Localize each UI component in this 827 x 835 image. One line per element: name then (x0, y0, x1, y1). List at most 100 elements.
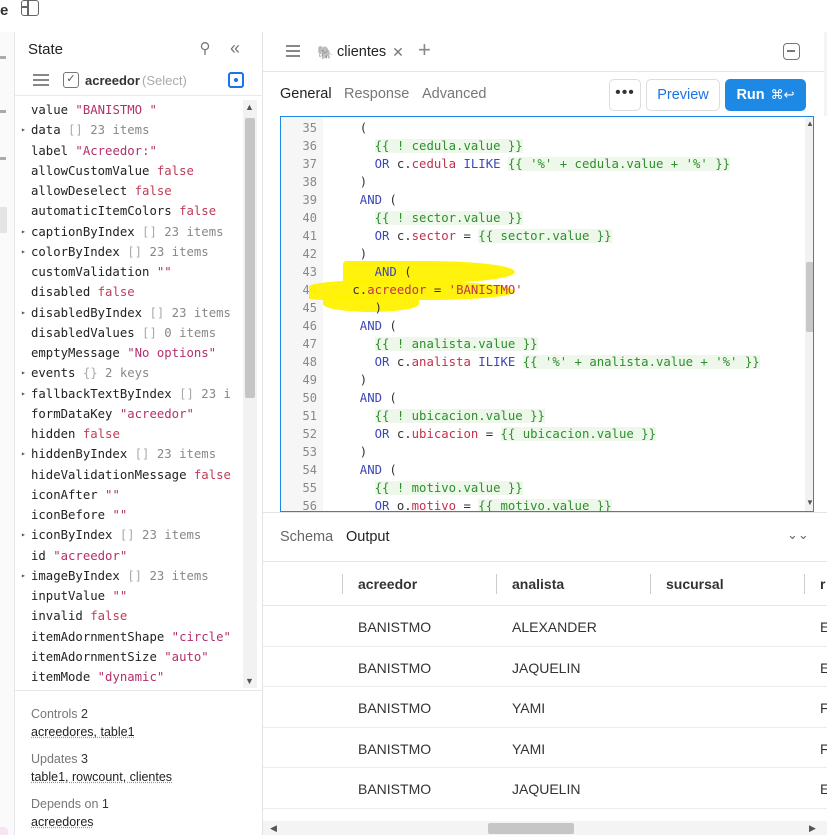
query-list-menu-icon[interactable] (286, 45, 300, 57)
add-query-icon[interactable]: + (418, 39, 431, 61)
state-property-row[interactable]: automaticItemColors false (15, 201, 216, 221)
state-property-row[interactable]: ▸ imageByIndex [] 23 items (15, 566, 209, 586)
table-row[interactable]: BANISTMO YAMI F (263, 728, 827, 768)
state-property-row[interactable]: formDataKey "acreedor" (15, 404, 194, 424)
expand-caret-icon[interactable]: ▸ (21, 242, 26, 262)
expand-caret-icon[interactable]: ▸ (21, 120, 26, 140)
expand-caret-icon[interactable]: ▸ (21, 363, 26, 383)
state-property-row[interactable]: itemAdornmentSize "auto" (15, 647, 209, 667)
column-separator[interactable] (342, 574, 343, 594)
state-property-row[interactable]: ▸ hiddenByIndex [] 23 items (15, 444, 216, 464)
state-property-row[interactable]: id "acreedor" (15, 546, 127, 566)
more-options-button[interactable]: ••• (609, 79, 641, 111)
scroll-up-icon[interactable]: ▲ (806, 119, 813, 128)
column-separator[interactable] (650, 574, 651, 594)
property-meta: 23 items (134, 528, 202, 543)
dependency-items[interactable]: acreedores, table1 (31, 725, 135, 739)
expand-caret-icon[interactable]: ▸ (21, 303, 26, 323)
state-property-row[interactable]: itemMode "dynamic" (15, 667, 164, 687)
property-key: customValidation (31, 265, 150, 279)
state-property-row[interactable]: ▸ data [] 23 items (15, 120, 149, 140)
scroll-right-icon[interactable]: ▶ (809, 823, 816, 834)
scrollbar-thumb[interactable] (245, 118, 255, 398)
sql-keyword: OR (374, 355, 397, 369)
column-header[interactable]: sucursal (666, 576, 724, 592)
state-property-row[interactable]: allowDeselect false (15, 181, 172, 201)
scroll-left-icon[interactable]: ◀ (270, 823, 277, 834)
minimize-icon[interactable] (783, 43, 800, 60)
locate-component-icon[interactable] (228, 72, 244, 88)
state-property-row[interactable]: value "BANISTMO " (15, 100, 157, 120)
query-tab-clientes[interactable]: 🐘 clientes ✕ (313, 38, 408, 66)
state-property-row[interactable]: disabledValues [] 0 items (15, 323, 216, 343)
table-cell: F (820, 741, 827, 757)
state-property-row[interactable]: invalid false (15, 606, 127, 626)
column-header[interactable]: analista (512, 576, 564, 592)
column-header[interactable]: r (820, 576, 825, 592)
state-property-row[interactable]: allowCustomValue false (15, 161, 194, 181)
dependency-count: 1 (101, 797, 109, 811)
state-property-row[interactable]: hidden false (15, 424, 120, 444)
state-property-row[interactable]: itemAdornmentShape "circle" (15, 627, 231, 647)
preview-button[interactable]: Preview (646, 79, 720, 111)
tab-response[interactable]: Response (344, 86, 409, 102)
tab-schema[interactable]: Schema (280, 529, 333, 545)
state-property-row[interactable]: ▸ events {} 2 keys (15, 363, 149, 383)
code-text: ) (345, 247, 368, 261)
state-property-row[interactable]: iconAfter "" (15, 485, 120, 505)
expand-caret-icon[interactable]: ▸ (21, 566, 26, 586)
state-property-row[interactable]: ▸ iconByIndex [] 23 items (15, 525, 201, 545)
state-property-row[interactable]: disabled false (15, 282, 135, 302)
column-header[interactable]: acreedor (358, 576, 417, 592)
table-cell: E (820, 781, 827, 797)
menu-icon[interactable] (33, 74, 49, 86)
state-property-row[interactable]: ▸ captionByIndex [] 23 items (15, 222, 224, 242)
table-row[interactable]: BANISTMO JAQUELIN E (263, 768, 827, 809)
run-button[interactable]: Run ⌘↩ (725, 79, 806, 111)
scroll-up-icon[interactable]: ▲ (245, 102, 254, 112)
sql-code-editor[interactable]: 3536373839404142434445464748495051525354… (280, 116, 814, 512)
editor-scrollbar[interactable]: ▲ ▼ (805, 117, 813, 511)
scroll-down-icon[interactable]: ▼ (806, 498, 813, 507)
pin-icon[interactable]: ⚲ (196, 40, 214, 58)
state-property-row[interactable]: customValidation "" (15, 262, 172, 282)
property-value: "" (97, 487, 120, 502)
collapse-results-icon[interactable]: ⌄⌄ (787, 527, 809, 543)
state-property-row[interactable]: inputValue "" (15, 586, 127, 606)
dependency-items[interactable]: table1, rowcount, clientes (31, 770, 172, 784)
state-property-row[interactable]: emptyMessage "No options" (15, 343, 216, 363)
close-icon[interactable]: ✕ (392, 44, 404, 61)
scrollbar-thumb[interactable] (806, 262, 813, 332)
collapse-panel-icon[interactable]: « (226, 38, 244, 58)
table-row[interactable]: BANISTMO ALEXANDER E (263, 606, 827, 647)
state-property-row[interactable]: ▸ disabledByIndex [] 23 items (15, 303, 231, 323)
scrollbar-thumb[interactable] (488, 823, 574, 834)
table-row[interactable]: BANISTMO JAQUELIN E (263, 647, 827, 687)
state-property-row[interactable]: label "Acreedor:" (15, 141, 157, 161)
expand-caret-icon[interactable]: ▸ (21, 384, 26, 404)
code-text: ) (345, 301, 383, 315)
expand-caret-icon[interactable]: ▸ (21, 222, 26, 242)
column-separator[interactable] (496, 574, 497, 594)
state-scrollbar[interactable]: ▲ ▼ (243, 100, 257, 688)
tab-general[interactable]: General (280, 86, 332, 102)
table-horizontal-scrollbar[interactable]: ◀ ▶ (263, 821, 827, 835)
state-property-row[interactable]: iconBefore "" (15, 505, 127, 525)
state-property-row[interactable]: ▸ colorByIndex [] 23 items (15, 242, 209, 262)
expand-caret-icon[interactable]: ▸ (21, 525, 26, 545)
scroll-down-icon[interactable]: ▼ (245, 676, 254, 686)
column-separator[interactable] (804, 574, 805, 594)
selected-component-name[interactable]: acreedor (85, 73, 140, 88)
rail-active-item[interactable] (0, 207, 7, 233)
tab-output[interactable]: Output (346, 529, 390, 545)
state-property-row[interactable]: ▸ fallbackTextByIndex [] 23 i (15, 384, 231, 404)
state-property-row[interactable]: hideValidationMessage false (15, 465, 231, 485)
results-tabs: Schema Output ⌄⌄ (263, 513, 827, 561)
dependency-items[interactable]: acreedores (31, 815, 94, 829)
rail-pink-item[interactable] (0, 827, 8, 835)
expand-caret-icon[interactable]: ▸ (21, 444, 26, 464)
layout-panel-icon[interactable] (21, 0, 39, 16)
table-row[interactable]: BANISTMO YAMI F (263, 687, 827, 728)
tab-advanced[interactable]: Advanced (422, 86, 487, 102)
query-toolbar: General Response Advanced ••• Preview Ru… (263, 72, 827, 116)
